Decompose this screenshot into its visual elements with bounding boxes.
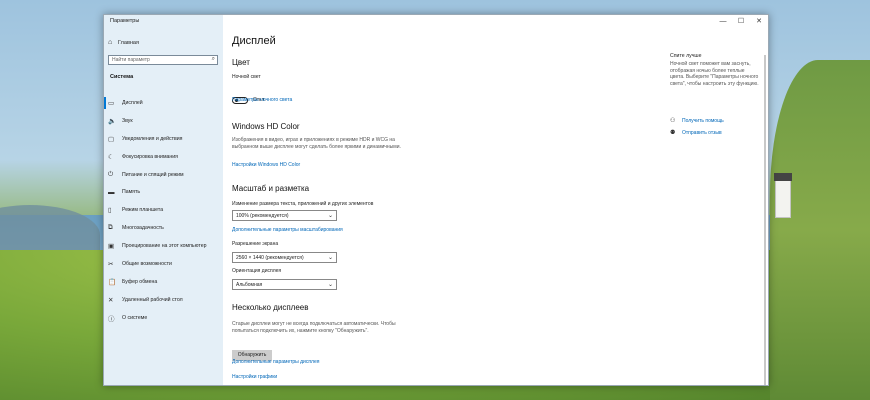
clipboard-icon: 📋 xyxy=(108,278,117,286)
hd-color-description: Изображения в видео, играх и приложениях… xyxy=(232,137,401,150)
sidebar-item-projecting[interactable]: ▣ Проецирование на этот компьютер xyxy=(104,237,223,255)
color-heading: Цвет xyxy=(232,58,250,67)
sidebar: Параметры ⌂ Главная Найти параметр ⌕ Сис… xyxy=(104,15,223,385)
sidebar-item-label: Удаленный рабочий стол xyxy=(122,296,183,303)
hd-color-settings-link[interactable]: Настройки Windows HD Color xyxy=(232,162,300,168)
sidebar-item-label: Буфер обмена xyxy=(122,278,158,285)
chevron-down-icon: ⌄ xyxy=(327,282,333,288)
resolution-select-value: 2560 × 1440 (рекомендуется) xyxy=(236,255,304,261)
settings-window: Параметры ⌂ Главная Найти параметр ⌕ Сис… xyxy=(103,14,769,386)
sidebar-item-sound[interactable]: 🔈 Звук xyxy=(104,112,223,130)
sidebar-item-label: Питание и спящий режим xyxy=(122,171,184,178)
feedback-label: Отправить отзыв xyxy=(682,129,722,136)
sidebar-item-power[interactable]: ⏻ Питание и спящий режим xyxy=(104,166,223,184)
tablet-icon: ▯ xyxy=(108,207,112,215)
sidebar-item-clipboard[interactable]: 📋 Буфер обмена xyxy=(104,273,223,291)
resolution-select[interactable]: 2560 × 1440 (рекомендуется) ⌄ xyxy=(232,252,337,263)
notifications-icon: ▢ xyxy=(108,135,115,143)
orientation-select-value: Альбомная xyxy=(236,282,263,288)
sidebar-item-label: Многозадачность xyxy=(122,225,164,232)
help-panel-title: Спите лучше xyxy=(670,53,702,59)
search-placeholder: Найти параметр xyxy=(112,57,150,63)
feedback-link[interactable]: ⚉ Отправить отзыв xyxy=(670,129,722,137)
sidebar-section-title: Система xyxy=(110,74,134,80)
sidebar-item-label: Дисплей xyxy=(122,99,143,106)
sidebar-item-label: Проецирование на этот компьютер xyxy=(122,243,207,250)
window-controls: — ☐ ✕ xyxy=(714,15,768,29)
sidebar-item-label: Режим планшета xyxy=(122,207,164,214)
night-light-label: Ночной свет xyxy=(232,74,261,80)
storage-icon: ▬ xyxy=(108,188,115,196)
advanced-display-link[interactable]: Дополнительные параметры дисплея xyxy=(232,359,319,365)
chevron-down-icon: ⌄ xyxy=(327,213,333,219)
sidebar-item-label: Фокусировка внимания xyxy=(122,153,178,160)
sidebar-item-remote-desktop[interactable]: ✕ Удаленный рабочий стол xyxy=(104,291,223,309)
sidebar-item-storage[interactable]: ▬ Память xyxy=(104,183,223,201)
sidebar-item-tablet[interactable]: ▯ Режим планшета xyxy=(104,201,223,219)
search-icon: ⌕ xyxy=(211,56,215,62)
sidebar-item-label: Звук xyxy=(122,117,133,124)
multiple-displays-heading: Несколько дисплеев xyxy=(232,303,309,312)
monitor-icon: ▭ xyxy=(108,99,115,107)
multitasking-icon: ⧉ xyxy=(108,224,113,232)
sidebar-item-about[interactable]: ⓘ О системе xyxy=(104,309,223,327)
sidebar-item-label: Уведомления и действия xyxy=(122,135,183,142)
hd-color-heading: Windows HD Color xyxy=(232,122,300,131)
feedback-icon: ⚉ xyxy=(670,130,676,136)
night-light-settings-link-text: Параметры ночного света xyxy=(232,97,293,103)
page-title: Дисплей xyxy=(232,35,276,47)
help-icon: ⚇ xyxy=(670,118,676,124)
close-button[interactable]: ✕ xyxy=(750,15,768,29)
sidebar-nav: ▭ Дисплей 🔈 Звук ▢ Уведомления и действия ☾… xyxy=(104,94,223,327)
orientation-label: Ориентация дисплея xyxy=(232,268,282,274)
sidebar-home-label: Главная xyxy=(118,39,139,46)
maximize-button[interactable]: ☐ xyxy=(732,15,750,29)
graphics-settings-link[interactable]: Настройки графики xyxy=(232,374,277,380)
orientation-select[interactable]: Альбомная ⌄ xyxy=(232,279,337,290)
advanced-scaling-link[interactable]: Дополнительные параметры масштабирования xyxy=(232,227,343,233)
sound-icon: 🔈 xyxy=(108,117,117,125)
scale-label: Изменение размера текста, приложений и д… xyxy=(232,201,374,207)
info-icon: ⓘ xyxy=(108,315,115,323)
get-help-label: Получить помощь xyxy=(682,117,724,124)
projecting-icon: ▣ xyxy=(108,243,115,251)
help-panel: Спите лучше Ночной свет поможет вам засн… xyxy=(670,53,760,87)
remote-desktop-icon: ✕ xyxy=(108,296,114,304)
multiple-displays-description: Старые дисплеи могут не всегда подключат… xyxy=(232,321,396,334)
search-input[interactable]: Найти параметр ⌕ xyxy=(108,55,218,65)
window-title: Параметры xyxy=(110,18,140,24)
sidebar-item-shared[interactable]: ✂ Общие возможности xyxy=(104,255,223,273)
sidebar-item-display[interactable]: ▭ Дисплей xyxy=(104,94,223,112)
sidebar-item-label: Общие возможности xyxy=(122,260,172,267)
focus-icon: ☾ xyxy=(108,153,114,161)
scale-select[interactable]: 100% (рекомендуется) ⌄ xyxy=(232,210,337,221)
desktop-cliff xyxy=(770,60,870,400)
power-icon: ⏻ xyxy=(108,170,114,178)
main-content: Дисплей Цвет Ночной свет Откл. Параметры… xyxy=(232,15,652,385)
sidebar-item-notifications[interactable]: ▢ Уведомления и действия xyxy=(104,130,223,148)
get-help-link[interactable]: ⚇ Получить помощь xyxy=(670,117,724,125)
scale-heading: Масштаб и разметка xyxy=(232,184,310,193)
sidebar-item-label: Память xyxy=(122,189,141,196)
minimize-button[interactable]: — xyxy=(714,15,732,29)
desktop-lighthouse xyxy=(774,173,792,218)
scale-select-value: 100% (рекомендуется) xyxy=(236,213,289,219)
home-icon: ⌂ xyxy=(108,39,113,46)
help-panel-text: Ночной свет поможет вам заснуть, отображ… xyxy=(670,61,759,87)
chevron-down-icon: ⌄ xyxy=(327,255,333,261)
sidebar-home[interactable]: ⌂ Главная xyxy=(108,39,139,46)
sidebar-item-focus[interactable]: ☾ Фокусировка внимания xyxy=(104,148,223,166)
sidebar-item-label: О системе xyxy=(122,314,148,321)
scrollbar[interactable] xyxy=(764,55,766,385)
resolution-label: Разрешение экрана xyxy=(232,241,279,247)
shared-icon: ✂ xyxy=(108,260,114,268)
sidebar-item-multitasking[interactable]: ⧉ Многозадачность xyxy=(104,219,223,237)
